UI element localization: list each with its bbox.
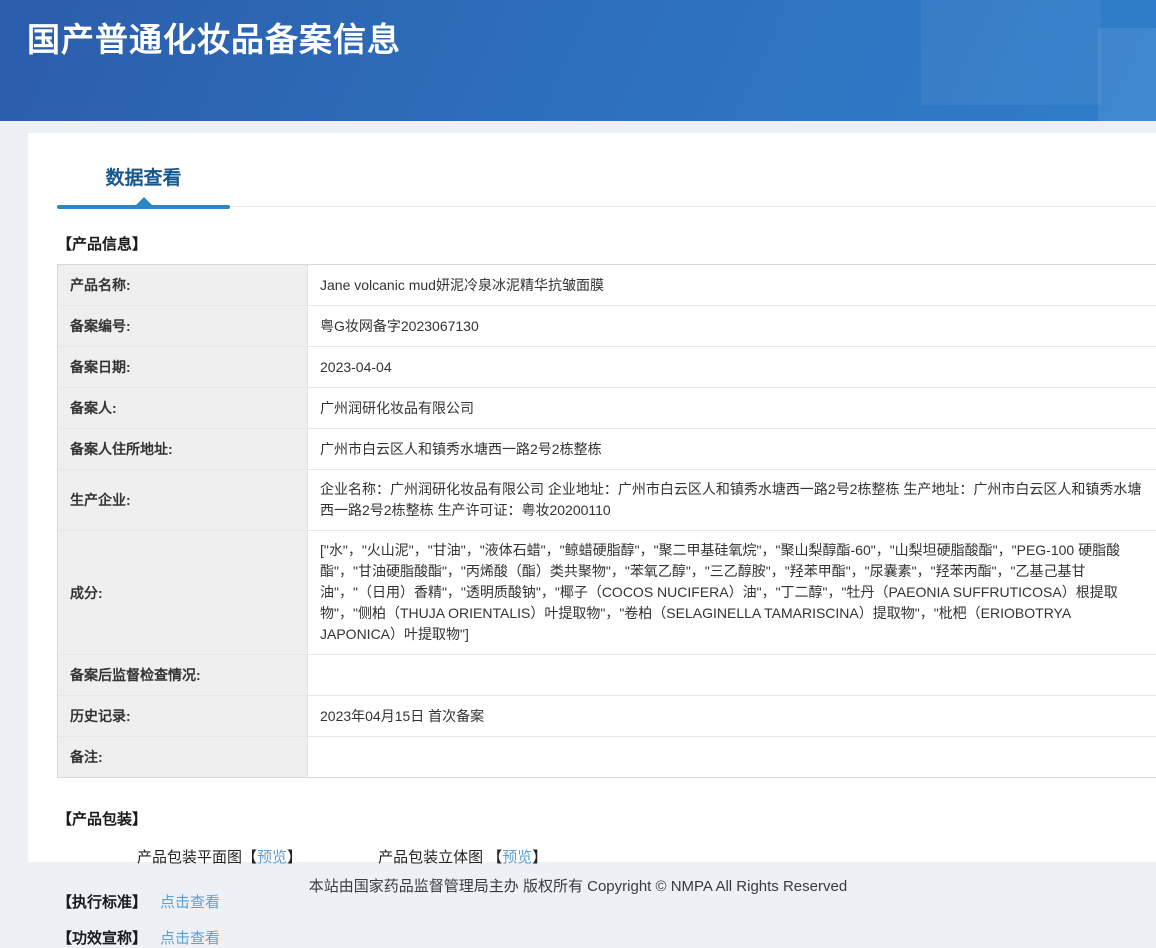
row-value-text: 粤G妆网备字2023067130	[320, 316, 479, 337]
row-value-text: 广州市白云区人和镇秀水塘西一路2号2栋整栋	[320, 439, 602, 460]
row-label: 备案人:	[58, 388, 308, 428]
row-label: 备案后监督检查情况:	[58, 655, 308, 695]
bracket-open: 【	[242, 849, 257, 866]
bracket-open: 【	[487, 849, 502, 866]
product-info-table: 产品名称: Jane volcanic mud妍泥冷泉冰泥精华抗皱面膜 备案编号…	[57, 264, 1156, 778]
page: 国产普通化妆品备案信息 数据查看 【产品信息】 产品名称: Jane volca…	[0, 0, 1156, 913]
row-value: 2023-04-04	[308, 347, 1156, 387]
product-info-section-title: 【产品信息】	[57, 233, 1156, 254]
header-decoration	[921, 0, 1101, 105]
row-label: 产品名称:	[58, 265, 308, 305]
row-value-text: ["水"，"火山泥"，"甘油"，"液体石蜡"，"鲸蜡硬脂醇"，"聚二甲基硅氧烷"…	[320, 540, 1150, 645]
row-label: 备案日期:	[58, 347, 308, 387]
row-value: ["水"，"火山泥"，"甘油"，"液体石蜡"，"鲸蜡硬脂醇"，"聚二甲基硅氧烷"…	[308, 531, 1156, 654]
tab-data-view-label: 数据查看	[105, 168, 181, 189]
efficacy-claim-label: 【功效宣称】	[57, 930, 147, 947]
row-label: 备注:	[58, 737, 308, 777]
row-value-text: 2023-04-04	[320, 357, 392, 378]
row-value: 2023年04月15日 首次备案	[308, 696, 1156, 736]
row-value: Jane volcanic mud妍泥冷泉冰泥精华抗皱面膜	[308, 265, 1156, 305]
row-value: 广州市白云区人和镇秀水塘西一路2号2栋整栋	[308, 429, 1156, 469]
row-value: 广州润研化妆品有限公司	[308, 388, 1156, 428]
row-value: 企业名称：广州润研化妆品有限公司 企业地址：广州市白云区人和镇秀水塘西一路2号2…	[308, 470, 1156, 530]
table-row: 成分: ["水"，"火山泥"，"甘油"，"液体石蜡"，"鲸蜡硬脂醇"，"聚二甲基…	[58, 531, 1156, 655]
bracket-close: 】	[287, 849, 302, 866]
footer-text: 本站由国家药品监督管理局主办 版权所有 Copyright © NMPA All…	[309, 878, 847, 895]
table-row: 备案人: 广州润研化妆品有限公司	[58, 388, 1156, 429]
table-row: 备案编号: 粤G妆网备字2023067130	[58, 306, 1156, 347]
row-value: 粤G妆网备字2023067130	[308, 306, 1156, 346]
efficacy-claim-link[interactable]: 点击查看	[160, 930, 220, 947]
executive-standard-link[interactable]: 点击查看	[160, 894, 220, 911]
content-card: 数据查看 【产品信息】 产品名称: Jane volcanic mud妍泥冷泉冰…	[28, 133, 1156, 862]
table-row: 备案日期: 2023-04-04	[58, 347, 1156, 388]
page-header: 国产普通化妆品备案信息	[0, 0, 1156, 121]
row-label: 备案人住所地址:	[58, 429, 308, 469]
packaging-stereo-label: 产品包装立体图	[378, 849, 483, 866]
header-decoration	[1098, 28, 1156, 121]
table-row: 备注:	[58, 737, 1156, 777]
tab-bar: 数据查看	[57, 163, 1156, 207]
tab-data-view[interactable]: 数据查看	[57, 163, 230, 207]
bracket-close: 】	[532, 849, 547, 866]
executive-standard-label: 【执行标准】	[57, 894, 147, 911]
efficacy-claim-row: 【功效宣称】点击查看	[57, 927, 1156, 948]
table-row: 备案人住所地址: 广州市白云区人和镇秀水塘西一路2号2栋整栋	[58, 429, 1156, 470]
row-label: 生产企业:	[58, 470, 308, 530]
row-value	[308, 737, 1156, 777]
row-label: 成分:	[58, 531, 308, 654]
packaging-flat-label: 产品包装平面图	[137, 849, 242, 866]
packaging-flat-preview-link[interactable]: 预览	[257, 849, 287, 866]
row-label: 历史记录:	[58, 696, 308, 736]
row-value-text: 2023年04月15日 首次备案	[320, 706, 484, 727]
packaging-section-title: 【产品包装】	[57, 808, 1156, 829]
row-value-text: 广州润研化妆品有限公司	[320, 398, 474, 419]
row-value-text: Jane volcanic mud妍泥冷泉冰泥精华抗皱面膜	[320, 275, 604, 296]
row-label: 备案编号:	[58, 306, 308, 346]
table-row: 备案后监督检查情况:	[58, 655, 1156, 696]
table-row: 历史记录: 2023年04月15日 首次备案	[58, 696, 1156, 737]
table-row: 产品名称: Jane volcanic mud妍泥冷泉冰泥精华抗皱面膜	[58, 265, 1156, 306]
row-value-text: 企业名称：广州润研化妆品有限公司 企业地址：广州市白云区人和镇秀水塘西一路2号2…	[320, 479, 1150, 521]
packaging-stereo-preview-link[interactable]: 预览	[502, 849, 532, 866]
row-value	[308, 655, 1156, 695]
table-row: 生产企业: 企业名称：广州润研化妆品有限公司 企业地址：广州市白云区人和镇秀水塘…	[58, 470, 1156, 531]
